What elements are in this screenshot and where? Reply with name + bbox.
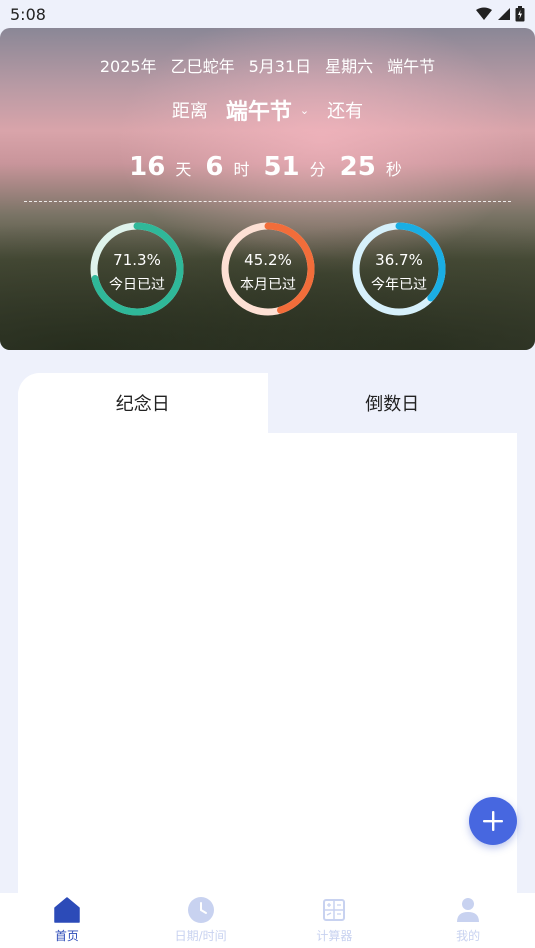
festival-text: 端午节 xyxy=(387,57,436,76)
month-progress-percent: 45.2% xyxy=(244,251,292,269)
clock-icon xyxy=(187,897,214,923)
nav-home-label: 首页 xyxy=(54,929,79,943)
countdown-timer: 16 天 6 时 51 分 25 秒 xyxy=(0,152,535,182)
user-icon xyxy=(457,898,480,922)
days-value: 16 xyxy=(129,152,166,182)
day-progress-ring: 71.3% 今日已过 xyxy=(88,220,186,318)
date-info-line: 2025年 乙巳蛇年 5月31日 星期六 端午节 xyxy=(0,53,535,77)
calculator-icon xyxy=(323,899,346,921)
chevron-down-icon: ⌄ xyxy=(299,103,310,117)
month-progress-label: 本月已过 xyxy=(240,277,296,293)
home-icon xyxy=(54,897,80,923)
add-event-button[interactable] xyxy=(469,797,517,845)
nav-profile[interactable]: 我的 xyxy=(401,893,535,948)
events-card: 纪念日 倒数日 xyxy=(18,373,517,893)
day-progress-percent: 71.3% xyxy=(113,251,161,269)
status-time: 5:08 xyxy=(10,4,46,24)
status-icons xyxy=(475,6,525,22)
minutes-value: 51 xyxy=(263,152,300,182)
countdown-target: 距离 端午节 ⌄ 还有 xyxy=(0,94,535,126)
tab-anniversary[interactable]: 纪念日 xyxy=(18,373,268,433)
tab-countdown[interactable]: 倒数日 xyxy=(267,373,517,433)
nav-datetime-label: 日期/时间 xyxy=(174,929,227,943)
minutes-unit: 分 xyxy=(309,160,326,179)
nav-calculator[interactable]: 计算器 xyxy=(268,893,402,948)
nav-calculator-label: 计算器 xyxy=(316,929,353,943)
holiday-name: 端午节 xyxy=(225,100,292,125)
nav-home[interactable]: 首页 xyxy=(0,893,134,948)
wifi-icon xyxy=(476,7,492,20)
year-progress-percent: 36.7% xyxy=(375,251,423,269)
signal-icon xyxy=(498,8,510,20)
status-bar: 5:08 xyxy=(0,0,535,28)
bottom-nav: 首页 日期/时间 计算器 我的 xyxy=(0,893,535,948)
zodiac-year-text: 乙巳蛇年 xyxy=(170,57,235,76)
day-progress-label: 今日已过 xyxy=(109,277,165,293)
nav-profile-label: 我的 xyxy=(456,929,481,943)
seconds-value: 25 xyxy=(339,152,376,182)
prefix-text: 距离 xyxy=(171,101,208,122)
month-progress-ring: 45.2% 本月已过 xyxy=(219,220,317,318)
holiday-selector[interactable]: 端午节 ⌄ xyxy=(226,94,309,126)
weekday-text: 星期六 xyxy=(325,57,374,76)
hours-value: 6 xyxy=(205,152,224,182)
nav-datetime[interactable]: 日期/时间 xyxy=(134,893,268,948)
tab-bar: 纪念日 倒数日 xyxy=(18,373,517,433)
seconds-unit: 秒 xyxy=(385,160,402,179)
year-progress-label: 今年已过 xyxy=(371,277,427,293)
plus-icon xyxy=(483,811,503,831)
date-text: 5月31日 xyxy=(248,57,312,76)
divider xyxy=(24,201,511,202)
year-progress-ring: 36.7% 今年已过 xyxy=(350,220,448,318)
year-text: 2025年 xyxy=(99,57,157,76)
hours-unit: 时 xyxy=(233,160,250,179)
hero-banner: 2025年 乙巳蛇年 5月31日 星期六 端午节 距离 端午节 ⌄ 还有 16 … xyxy=(0,28,535,350)
battery-icon xyxy=(515,6,525,22)
suffix-text: 还有 xyxy=(327,101,364,122)
days-unit: 天 xyxy=(175,160,192,179)
